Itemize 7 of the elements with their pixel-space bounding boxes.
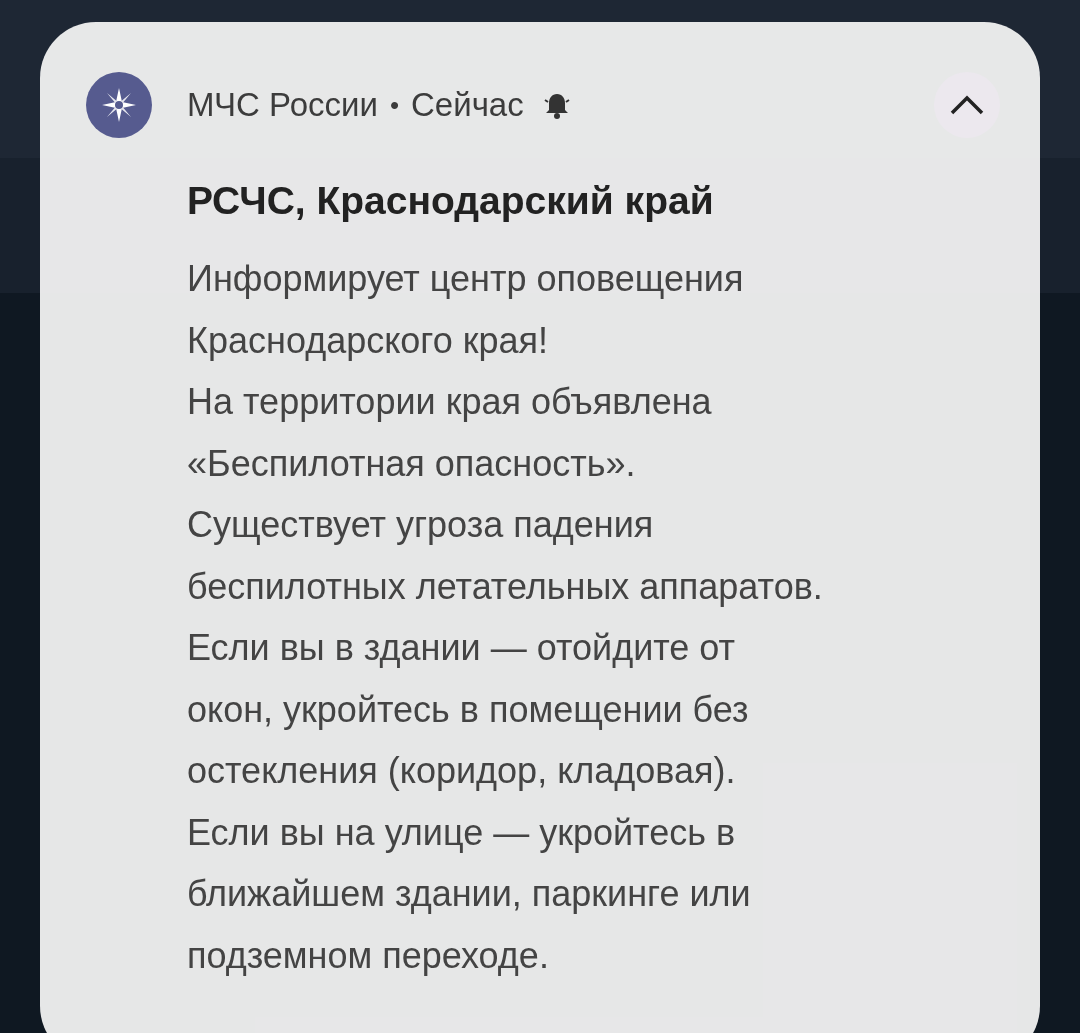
app-name: МЧС России: [187, 85, 378, 126]
notification-title: РСЧС, Краснодарский край: [187, 178, 715, 224]
separator: •: [389, 88, 399, 122]
notification-card[interactable]: [40, 22, 1040, 1033]
notification-body: Информирует центр оповещения Краснодарского края! На территории края объявлена «Беспилотная опасность». Существует угроза падения беспилотных летательных аппаратов. Если вы в здании — отойдите от окон, укройтесь в помещении без остекления (коридор, кладовая). Если вы на улице — укройтесь в ближайшем здании, паркинге или подземном переходе.: [187, 257, 824, 978]
chevron-icon: [949, 94, 985, 116]
notification-time: Сейчас: [411, 85, 524, 126]
